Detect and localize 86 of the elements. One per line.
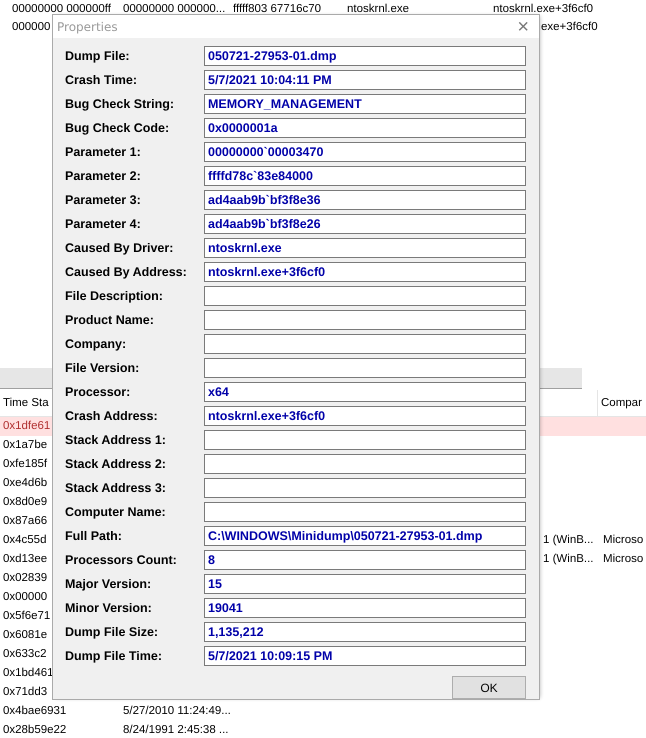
list-cell: 00000000 000000... — [123, 3, 226, 15]
field-label: Processors Count: — [65, 553, 178, 567]
value-field[interactable] — [204, 310, 526, 330]
field-label: Product Name: — [65, 313, 155, 327]
table-cell: 0xd13ee — [3, 553, 48, 565]
value-field[interactable]: 15 — [204, 574, 526, 594]
field-label: Minor Version: — [65, 601, 153, 615]
field-label: Parameter 3: — [65, 193, 142, 207]
table-cell: 0x71dd3 — [3, 686, 48, 698]
field-label: Caused By Address: — [65, 265, 188, 279]
field-label: Stack Address 2: — [65, 457, 167, 471]
table-cell: 0x6081e — [3, 629, 48, 641]
value-field[interactable]: ad4aab9b`bf3f8e26 — [204, 214, 526, 234]
value-field[interactable]: ad4aab9b`bf3f8e36 — [204, 190, 526, 210]
value-field[interactable] — [204, 358, 526, 378]
table-cell: 0x5f6e71 — [3, 610, 50, 622]
value-field[interactable] — [204, 502, 526, 522]
table-cell: Microso — [603, 534, 644, 546]
window-title: Properties — [57, 20, 118, 34]
field-label: Dump File Time: — [65, 649, 164, 663]
table-cell: 0x8d0e9 — [3, 496, 48, 508]
field-label: Crash Address: — [65, 409, 159, 423]
value-field[interactable]: 8 — [204, 550, 526, 570]
table-cell: Microso — [603, 553, 644, 565]
field-label: Computer Name: — [65, 505, 167, 519]
value-field[interactable] — [204, 454, 526, 474]
field-label: Stack Address 1: — [65, 433, 167, 447]
value-field[interactable]: ntoskrnl.exe — [204, 238, 526, 258]
value-field[interactable]: ffffd78c`83e84000 — [204, 166, 526, 186]
value-field[interactable] — [204, 334, 526, 354]
field-label: Caused By Driver: — [65, 241, 174, 255]
table-cell: 1 (WinB... — [543, 534, 594, 546]
list-cell: ntoskrnl.exe — [347, 3, 410, 15]
table-cell: 0x4bae6931 — [3, 705, 66, 717]
field-label: Crash Time: — [65, 73, 138, 87]
table-cell: 0x4c55d — [3, 534, 46, 546]
table-cell: 0x1bd461 — [3, 667, 54, 679]
value-field[interactable]: C:\WINDOWS\Minidump\050721-27953-01.dmp — [204, 526, 526, 546]
field-label: File Version: — [65, 361, 140, 375]
field-label: Parameter 1: — [65, 145, 142, 159]
table-cell: 0xfe185f — [3, 458, 48, 470]
field-label: Dump File: — [65, 49, 131, 63]
value-field[interactable]: ntoskrnl.exe+3f6cf0 — [204, 262, 526, 282]
value-field[interactable]: 00000000`00003470 — [204, 142, 526, 162]
value-field[interactable]: 5/7/2021 10:04:11 PM — [204, 70, 526, 90]
field-label: Bug Check Code: — [65, 121, 170, 135]
table-cell: 0x1a7be — [3, 439, 48, 451]
list-cell: exe+3f6cf0 — [541, 21, 598, 33]
value-field[interactable]: 19041 — [204, 598, 526, 618]
list-cell: ntoskrnl.exe+3f6cf0 — [493, 3, 594, 15]
ok-button[interactable]: OK — [452, 676, 526, 699]
value-field[interactable] — [204, 430, 526, 450]
field-label: Bug Check String: — [65, 97, 176, 111]
value-field[interactable] — [204, 286, 526, 306]
value-field[interactable]: 1,135,212 — [204, 622, 526, 642]
list-cell: 00000000 000000ff — [12, 3, 111, 15]
value-field[interactable]: x64 — [204, 382, 526, 402]
table-cell: 0x00000 — [3, 591, 48, 603]
value-field[interactable]: 5/7/2021 10:09:15 PM — [204, 646, 526, 666]
value-field[interactable] — [204, 478, 526, 498]
value-field[interactable]: ntoskrnl.exe+3f6cf0 — [204, 406, 526, 426]
field-label: Parameter 2: — [65, 169, 142, 183]
table-cell: 0x87a66 — [3, 515, 48, 527]
table-cell: 1 (WinB... — [543, 553, 594, 565]
field-label: Company: — [65, 337, 128, 351]
value-field[interactable]: 0x0000001a — [204, 118, 526, 138]
table-cell: 5/27/2010 11:24:49... — [123, 705, 231, 717]
close-button[interactable]: × — [517, 16, 529, 36]
field-label: Full Path: — [65, 529, 123, 543]
list-cell: fffff803 67716c70 — [233, 3, 322, 15]
field-label: Stack Address 3: — [65, 481, 167, 495]
field-label: Dump File Size: — [65, 625, 160, 639]
field-label: Processor: — [65, 385, 132, 399]
list-cell: 000000 — [12, 21, 50, 33]
value-field[interactable]: MEMORY_MANAGEMENT — [204, 94, 526, 114]
field-label: Parameter 4: — [65, 217, 142, 231]
column-header[interactable]: Compar — [598, 390, 642, 416]
field-label: File Description: — [65, 289, 164, 303]
table-cell: 0x02839 — [3, 572, 48, 584]
table-cell: 0x633c2 — [3, 648, 46, 660]
table-cell: 0x28b59e22 — [3, 724, 66, 736]
field-label: Major Version: — [65, 577, 152, 591]
table-cell: 8/24/1991 2:45:38 ... — [123, 724, 229, 736]
table-cell: 0x1dfe61 — [3, 420, 50, 432]
value-field[interactable]: 050721-27953-01.dmp — [204, 46, 526, 66]
table-cell: 0xe4d6b — [3, 477, 48, 489]
